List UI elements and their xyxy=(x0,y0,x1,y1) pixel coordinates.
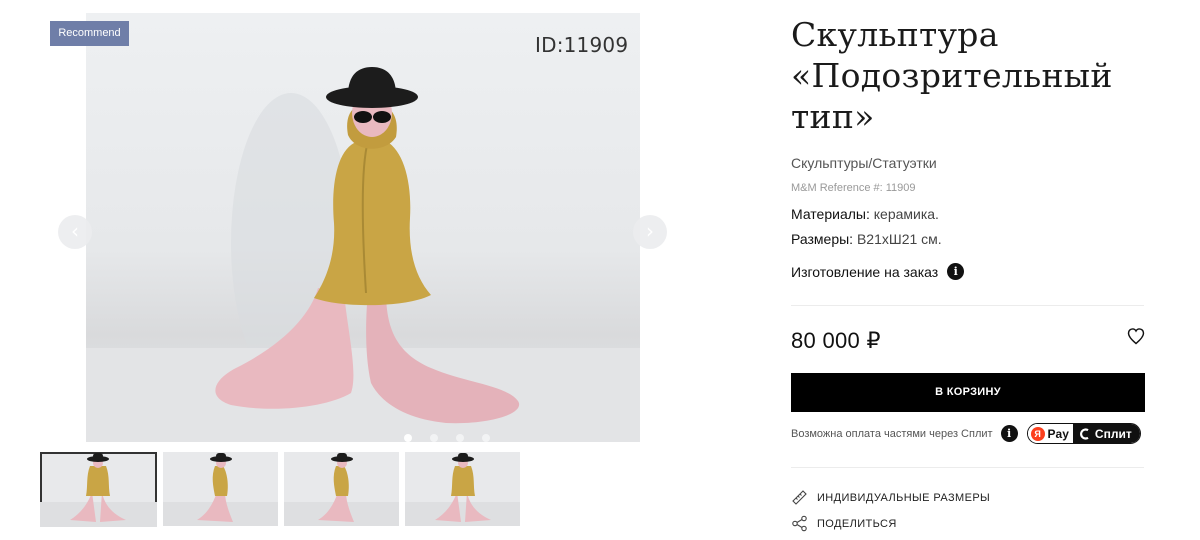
share-link[interactable]: ПОДЕЛИТЬСЯ xyxy=(791,515,897,532)
materials-value: керамика. xyxy=(873,206,939,222)
made-to-order-label: Изготовление на заказ xyxy=(791,263,939,280)
slide-dot[interactable] xyxy=(404,434,412,442)
split-payment-row: Возможна оплата частями через Сплит i Я … xyxy=(791,423,1141,444)
product-reference: M&M Reference #: 11909 xyxy=(791,182,916,194)
product-id-label: ID:11909 xyxy=(535,33,629,57)
share-label: ПОДЕЛИТЬСЯ xyxy=(817,517,897,530)
individual-sizes-link[interactable]: ИНДИВИДУАЛЬНЫЕ РАЗМЕРЫ xyxy=(791,489,990,506)
chevron-left-icon[interactable]: ‹ xyxy=(58,215,92,249)
sizes-value: В21хШ21 см. xyxy=(856,231,942,247)
thumbnail[interactable] xyxy=(405,452,520,526)
info-icon[interactable]: i xyxy=(947,263,965,280)
slide-dot[interactable] xyxy=(430,434,438,442)
product-category[interactable]: Скульптуры/Статуэтки xyxy=(791,155,937,171)
thumbnail-image xyxy=(40,453,157,527)
split-part: Сплит xyxy=(1072,424,1140,443)
thumbnail-image xyxy=(405,453,520,526)
info-icon[interactable]: i xyxy=(1000,425,1018,442)
made-to-order-row: Изготовление на заказ i xyxy=(791,263,965,280)
sizes-label: Размеры: xyxy=(791,231,854,247)
individual-sizes-label: ИНДИВИДУАЛЬНЫЕ РАЗМЕРЫ xyxy=(817,491,991,504)
thumbnail-image xyxy=(284,453,399,526)
thumbnail[interactable] xyxy=(40,452,157,527)
yandex-pay-part: Я Pay xyxy=(1027,424,1073,443)
thumbnail[interactable] xyxy=(284,452,399,526)
pay-label: Pay xyxy=(1047,426,1069,441)
slide-dot[interactable] xyxy=(456,434,464,442)
materials-spec: Материалы: керамика. xyxy=(791,206,939,222)
slide-dot[interactable] xyxy=(482,434,490,442)
yandex-pay-icon: Я xyxy=(1030,426,1045,441)
split-payment-text: Возможна оплата частями через Сплит xyxy=(791,427,993,440)
split-icon xyxy=(1079,427,1089,440)
divider xyxy=(791,305,1144,306)
sizes-spec: Размеры: В21хШ21 см. xyxy=(791,231,942,247)
thumbnail-strip xyxy=(40,452,520,527)
recommend-badge: Recommend xyxy=(50,21,129,46)
yandex-pay-split-button[interactable]: Я Pay Сплит xyxy=(1026,423,1141,444)
heart-icon[interactable] xyxy=(1126,326,1146,346)
slide-indicator xyxy=(404,434,490,442)
thumbnail[interactable] xyxy=(163,452,278,526)
chevron-right-icon[interactable]: › xyxy=(633,215,667,249)
divider xyxy=(791,467,1144,468)
sculpture-illustration xyxy=(86,67,640,442)
share-icon xyxy=(792,515,807,532)
materials-label: Материалы: xyxy=(791,206,870,222)
ruler-icon xyxy=(792,490,807,505)
product-title: Скульптура «Подозрительный тип» xyxy=(791,15,1113,136)
thumbnail-image xyxy=(163,453,278,526)
main-product-image[interactable] xyxy=(86,13,640,442)
add-to-cart-button[interactable]: В КОРЗИНУ xyxy=(791,373,1145,412)
split-label: Сплит xyxy=(1094,426,1132,441)
product-price: 80 000 ₽ xyxy=(791,328,881,353)
